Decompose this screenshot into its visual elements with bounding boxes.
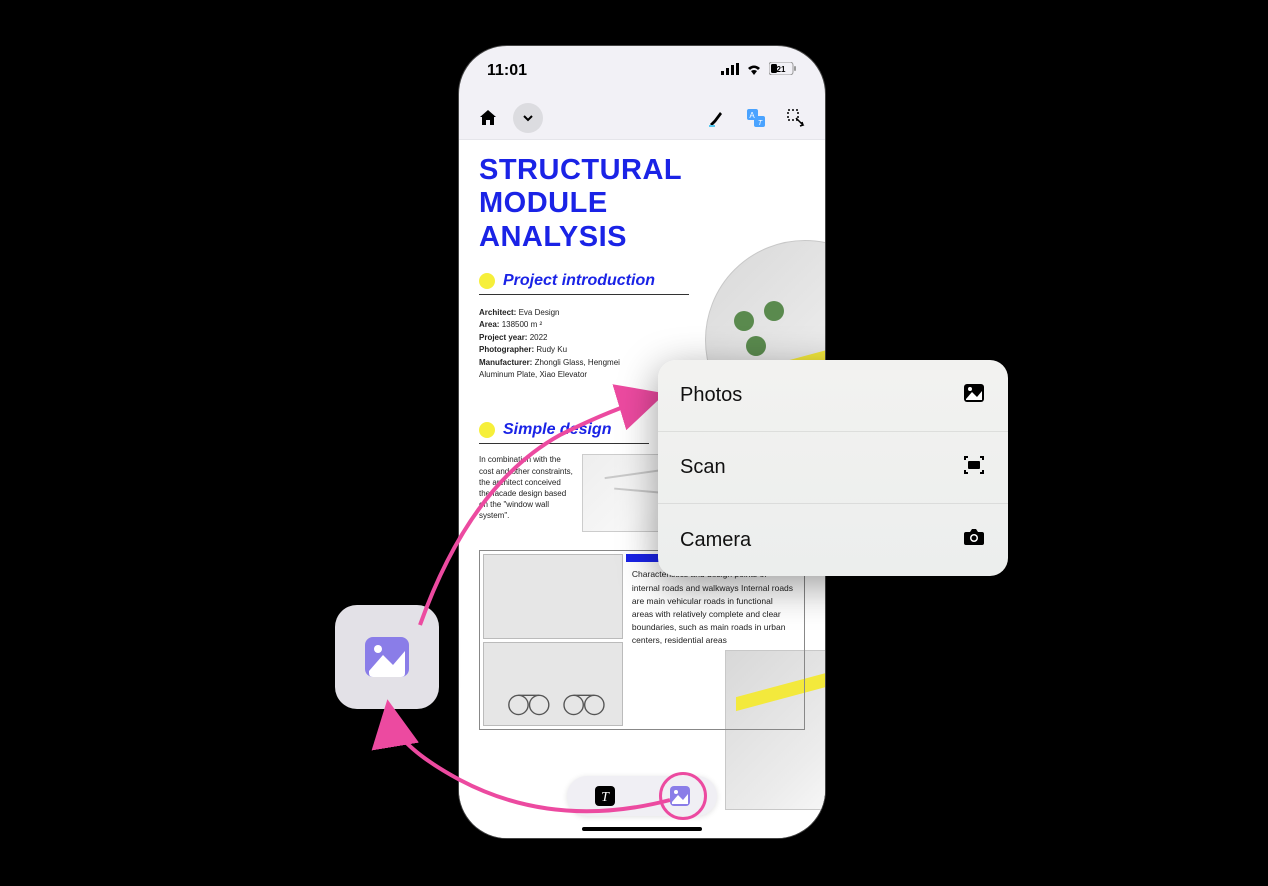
cellular-icon (721, 62, 739, 80)
svg-text:T: T (601, 790, 610, 805)
battery-icon: 21 (769, 62, 797, 80)
menu-label: Camera (680, 529, 751, 552)
image-icon (361, 631, 413, 683)
camera-icon (962, 525, 986, 555)
project-meta: Architect: Eva Design Area: 138500 m ² P… (479, 307, 649, 381)
figure-cell (483, 642, 623, 727)
home-button[interactable] (473, 103, 503, 133)
bottom-toolbar: T (567, 776, 717, 816)
section-title: Project introduction (503, 272, 655, 290)
bullet-icon (479, 273, 495, 289)
section-heading-project-introduction: Project introduction (479, 272, 689, 295)
translate-button[interactable]: AT (741, 103, 771, 133)
home-indicator (582, 827, 702, 831)
scan-icon (962, 453, 986, 483)
svg-text:A: A (749, 111, 755, 120)
annotation-highlight-circle (659, 772, 707, 820)
bullet-icon (479, 422, 495, 438)
figure-caption: Characteristics and design points of int… (626, 562, 801, 653)
highlighter-button[interactable] (701, 103, 731, 133)
text-tool-button[interactable]: T (592, 783, 618, 809)
figure-grid: Characteristics and design points of int… (479, 550, 805, 730)
menu-label: Scan (680, 456, 726, 479)
svg-text:T: T (758, 120, 763, 127)
chevron-down-button[interactable] (513, 103, 543, 133)
section-heading-simple-design: Simple design (479, 421, 649, 444)
image-tool-tile (335, 605, 439, 709)
photo-icon (962, 381, 986, 411)
menu-item-photos[interactable]: Photos (658, 360, 1008, 432)
menu-item-scan[interactable]: Scan (658, 432, 1008, 504)
menu-item-camera[interactable]: Camera (658, 504, 1008, 576)
menu-label: Photos (680, 384, 742, 407)
clock: 11:01 (487, 62, 527, 80)
insert-button[interactable] (781, 103, 811, 133)
section-title: Simple design (503, 421, 611, 439)
wifi-icon (745, 62, 763, 80)
insert-image-menu: Photos Scan Camera (658, 360, 1008, 576)
page-title: STRUCTURAL MODULE ANALYSIS (479, 154, 719, 254)
section-body: In combination with the cost and other c… (479, 454, 574, 532)
figure-cell (483, 554, 623, 639)
top-toolbar: AT (459, 96, 825, 140)
svg-text:21: 21 (777, 65, 786, 74)
status-bar: 11:01 21 (459, 46, 825, 96)
